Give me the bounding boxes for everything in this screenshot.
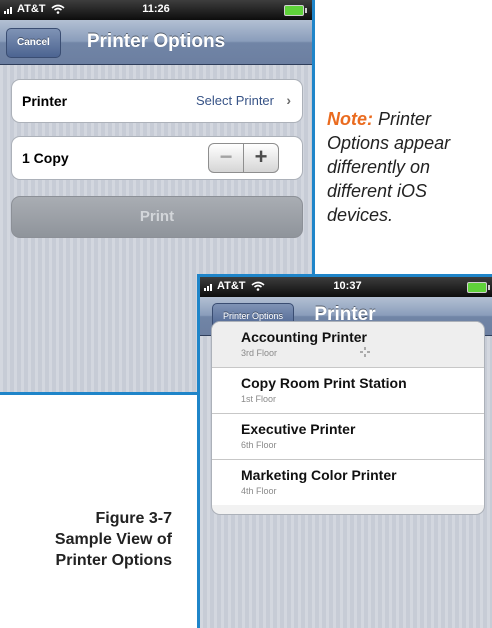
copies-stepper: − + xyxy=(208,143,279,173)
chevron-right-icon: › xyxy=(286,92,291,108)
print-button[interactable]: Print xyxy=(11,196,303,238)
figure-caption: Figure 3-7 Sample View of Printer Option… xyxy=(0,508,172,571)
status-bar: AT&T 11:26 xyxy=(0,0,312,20)
battery-icon xyxy=(467,282,490,293)
printer-item-executive[interactable]: Executive Printer 6th Floor xyxy=(212,414,484,460)
printer-name: Copy Room Print Station xyxy=(241,375,407,391)
copies-row: 1 Copy − + xyxy=(11,136,303,180)
printer-item-accounting[interactable]: Accounting Printer 3rd Floor xyxy=(212,322,484,368)
status-time: 10:37 xyxy=(333,280,362,292)
decrement-copies-button[interactable]: − xyxy=(209,144,244,172)
caption-line-3: Printer Options xyxy=(55,552,172,569)
printer-floor: 6th Floor xyxy=(241,440,277,450)
page-title: Printer Options xyxy=(86,31,226,52)
select-printer-value: Select Printer xyxy=(195,93,274,108)
printer-floor: 4th Floor xyxy=(241,486,277,496)
printer-name: Marketing Color Printer xyxy=(241,467,397,483)
copies-label: 1 Copy xyxy=(22,150,69,166)
printer-name: Executive Printer xyxy=(241,421,356,437)
increment-copies-button[interactable]: + xyxy=(244,144,278,172)
status-bar: AT&T 10:37 xyxy=(200,277,492,297)
printer-list: Accounting Printer 3rd Floor Copy Room P… xyxy=(211,321,485,515)
printer-floor: 3rd Floor xyxy=(241,348,278,358)
crosshair-cursor-icon xyxy=(360,347,370,357)
note-label: Note: xyxy=(327,109,373,129)
navigation-bar: Cancel Printer Options xyxy=(0,20,312,65)
note-text: Note: Printer Options appear differently… xyxy=(327,107,492,227)
printer-row-label: Printer xyxy=(22,93,68,109)
caption-figure-number: Figure 3-7 xyxy=(95,510,172,527)
battery-icon xyxy=(284,5,307,16)
printer-row[interactable]: Printer Select Printer › xyxy=(11,79,303,123)
printer-floor: 1st Floor xyxy=(241,394,277,404)
printer-selection-screen: AT&T 10:37 Printer Options Printer Accou… xyxy=(197,274,492,628)
printer-name: Accounting Printer xyxy=(241,329,368,345)
caption-line-2: Sample View of xyxy=(54,531,172,548)
printer-item-copy-room[interactable]: Copy Room Print Station 1st Floor xyxy=(212,368,484,414)
status-time: 11:26 xyxy=(142,3,170,15)
printer-item-marketing[interactable]: Marketing Color Printer 4th Floor xyxy=(212,460,484,505)
